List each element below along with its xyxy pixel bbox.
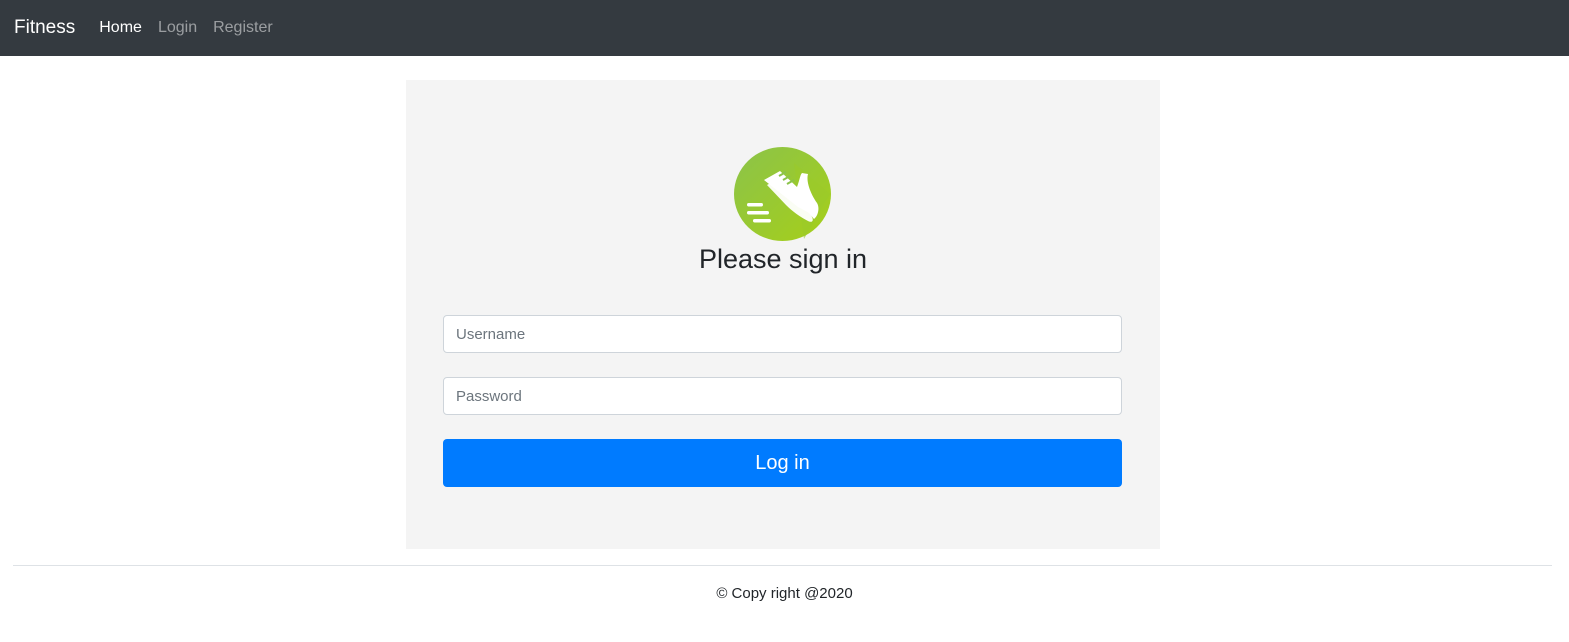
password-input[interactable]	[443, 377, 1122, 415]
nav-register-link[interactable]: Register	[213, 19, 273, 37]
login-button[interactable]: Log in	[443, 439, 1122, 487]
running-shoe-icon	[734, 147, 831, 241]
copyright-text: © Copy right @2020	[716, 585, 853, 602]
sign-in-heading: Please sign in	[698, 244, 868, 274]
top-navbar: Fitness Home Login Register	[0, 0, 1569, 56]
username-input[interactable]	[443, 315, 1122, 353]
footer-divider	[13, 565, 1552, 566]
login-card: Please sign in Log in	[406, 80, 1160, 549]
brand-link[interactable]: Fitness	[14, 17, 75, 39]
nav-home-link[interactable]: Home	[99, 19, 142, 37]
nav-login-link[interactable]: Login	[158, 19, 197, 37]
